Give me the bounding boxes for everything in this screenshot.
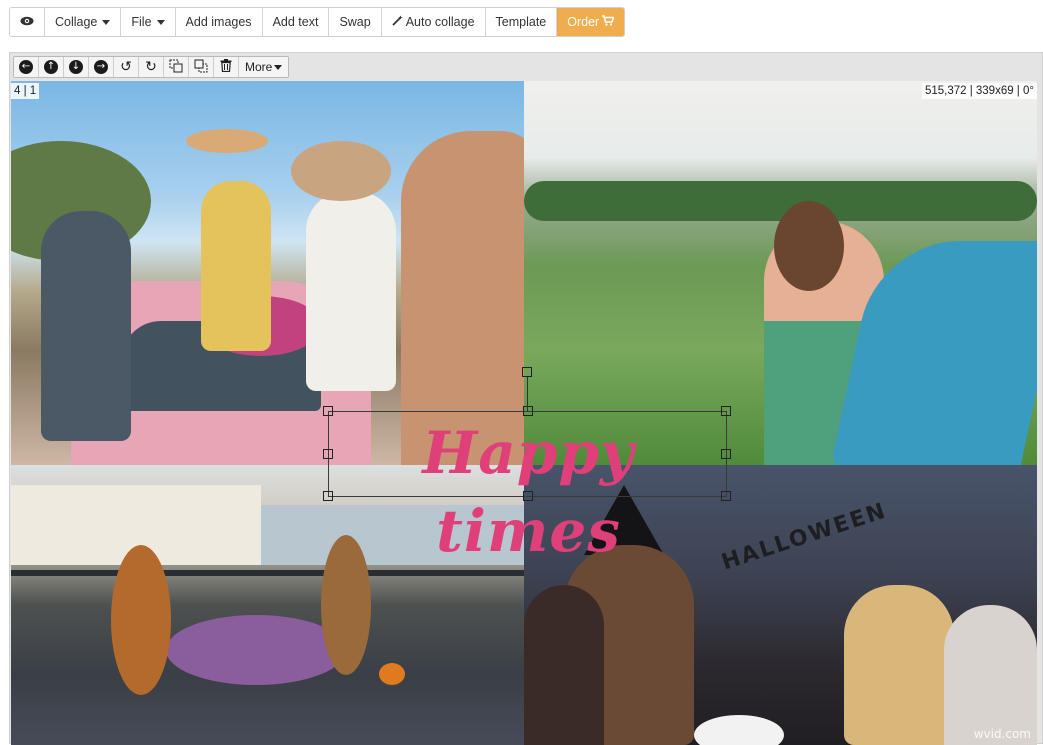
resize-handle-top-left[interactable]	[323, 406, 333, 416]
resize-handle-bottom-left[interactable]	[323, 491, 333, 501]
chevron-down-icon	[102, 19, 111, 25]
more-menu-button[interactable]: More	[239, 57, 289, 77]
move-up-button[interactable]: ↑	[39, 57, 64, 77]
move-left-button[interactable]: ←	[14, 57, 39, 77]
cell-index-label: 4 | 1	[11, 83, 40, 99]
auto-collage-label: Auto collage	[405, 15, 475, 29]
resize-handle-left[interactable]	[323, 449, 333, 459]
swap-button[interactable]: Swap	[329, 8, 382, 36]
arrow-left-icon: ←	[19, 60, 33, 74]
send-backward-button[interactable]	[189, 57, 214, 77]
rotate-left-icon: ↺	[120, 59, 132, 75]
man-left-shape	[41, 211, 131, 441]
resize-handle-top-right[interactable]	[721, 406, 731, 416]
chevron-down-icon	[156, 19, 165, 25]
photo-cell-woman-field[interactable]	[524, 81, 1037, 465]
masked-woman-shape	[844, 585, 954, 745]
bring-forward-icon	[169, 59, 183, 76]
delete-button[interactable]	[214, 57, 239, 77]
hair-shape	[774, 201, 844, 291]
rotate-left-button[interactable]: ↺	[114, 57, 139, 77]
photo-cell-friends-car[interactable]	[11, 81, 524, 465]
resize-handle-right[interactable]	[721, 449, 731, 459]
send-backward-icon	[194, 59, 208, 76]
autumn-plant-shape	[111, 545, 171, 695]
halloween-sign: HALLOWEEN	[718, 498, 891, 576]
cart-icon	[602, 8, 615, 36]
resize-handle-bottom[interactable]	[523, 491, 533, 501]
rotate-right-icon: ↻	[145, 59, 157, 75]
resize-handle-bottom-right[interactable]	[721, 491, 731, 501]
preview-button[interactable]	[10, 8, 45, 36]
railing-shape	[11, 570, 524, 576]
watermark: wvid.com	[973, 727, 1031, 741]
woman-white-shape	[306, 191, 396, 391]
file-menu-button[interactable]: File	[121, 8, 176, 36]
woman-yellow-shape	[201, 181, 271, 351]
edit-toolbar: ← ↑ ↓ → ↺ ↻ More	[13, 56, 290, 78]
man-left-shape	[524, 585, 604, 745]
pumpkin-shape	[379, 663, 405, 685]
selection-status-readout: 515,372 | 339x69 | 0°	[921, 83, 1037, 99]
light-ball-shape	[694, 715, 784, 745]
auto-collage-button[interactable]: Auto collage	[381, 8, 486, 36]
magic-wand-icon	[392, 8, 403, 36]
tree-line-shape	[524, 181, 1037, 221]
arrow-up-icon: ↑	[44, 60, 58, 74]
bring-forward-button[interactable]	[164, 57, 189, 77]
collage-menu-label: Collage	[55, 15, 98, 29]
skull-face-shape	[944, 605, 1037, 745]
collage-editor: ← ↑ ↓ → ↺ ↻ More HALLOWEEN 4 | 1 515,372…	[9, 52, 1043, 745]
more-menu-label: More	[245, 60, 273, 74]
add-images-button[interactable]: Add images	[175, 8, 263, 36]
table-shape	[166, 615, 346, 685]
swap-label: Swap	[339, 15, 371, 29]
add-text-button[interactable]: Add text	[262, 8, 330, 36]
arrow-down-icon: ↓	[69, 60, 83, 74]
rotate-handle[interactable]	[522, 367, 532, 377]
template-button[interactable]: Template	[485, 8, 558, 36]
arrow-right-icon: →	[94, 60, 108, 74]
template-label: Template	[495, 15, 547, 29]
order-label: Order	[567, 15, 600, 29]
rotate-right-button[interactable]: ↻	[139, 57, 164, 77]
sun-hat-shape	[291, 141, 391, 201]
add-images-label: Add images	[185, 15, 252, 29]
add-text-label: Add text	[272, 15, 319, 29]
file-menu-label: File	[131, 15, 152, 29]
collage-menu-button[interactable]: Collage	[45, 8, 122, 36]
move-down-button[interactable]: ↓	[64, 57, 89, 77]
collage-canvas[interactable]: HALLOWEEN 4 | 1 515,372 | 339x69 | 0° Ha…	[11, 81, 1037, 745]
order-button[interactable]: Order	[557, 8, 625, 36]
move-right-button[interactable]: →	[89, 57, 114, 77]
text-selection-frame[interactable]: Happy times	[323, 406, 731, 565]
trash-icon	[220, 59, 232, 75]
chevron-down-icon	[274, 64, 283, 70]
eye-icon	[20, 8, 34, 36]
main-toolbar: Collage File Add images Add text Swap Au…	[9, 7, 626, 37]
hat-shape	[186, 129, 268, 153]
resize-handle-top[interactable]	[523, 406, 533, 416]
